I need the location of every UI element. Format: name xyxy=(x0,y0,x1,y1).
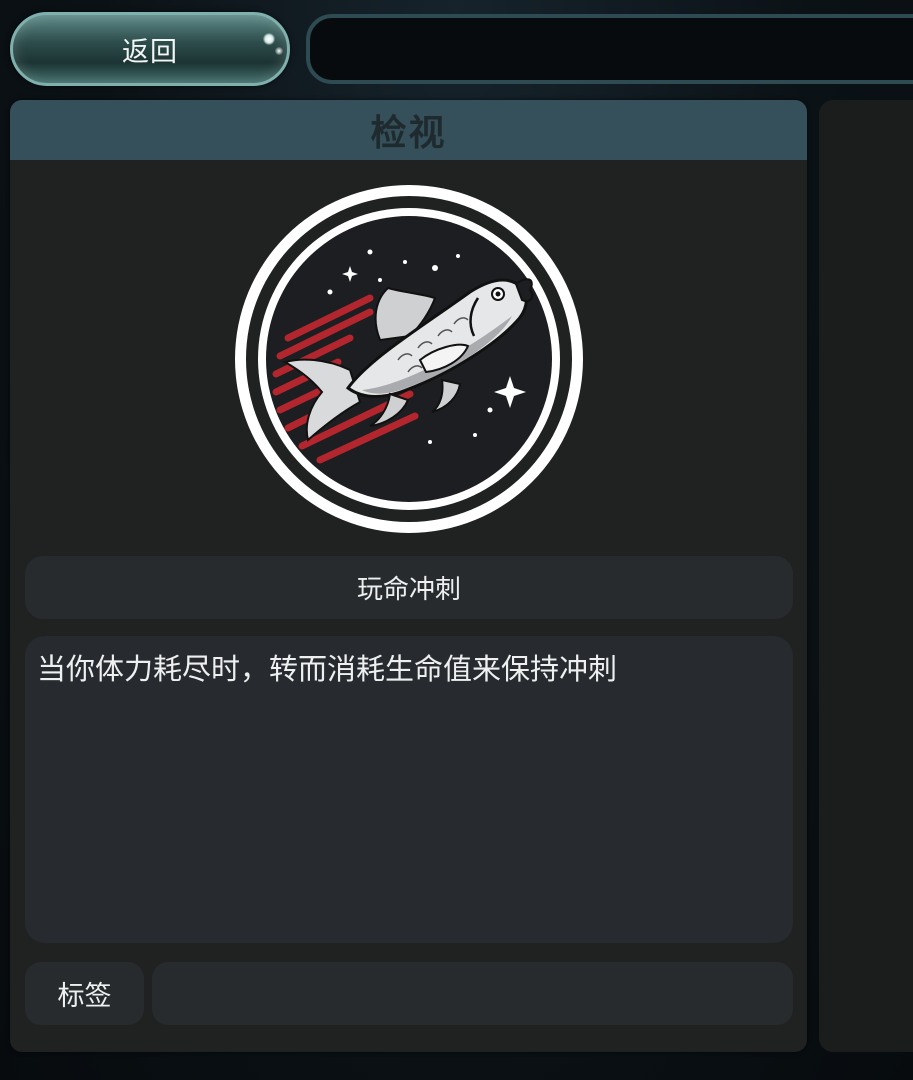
description-box: 当你体力耗尽时，转而消耗生命值来保持冲刺 xyxy=(25,636,793,943)
tag-label: 标签 xyxy=(57,981,112,1012)
inspect-screen: 返回 检视 玩命冲刺 当你体力耗尽时，转而消耗生命值来保持冲刺 标签 xyxy=(0,0,913,1080)
skill-name-box: 玩命冲刺 xyxy=(25,556,793,619)
top-input-field[interactable] xyxy=(306,14,913,84)
tag-label-box: 标签 xyxy=(25,962,144,1025)
panel-header: 检视 xyxy=(10,100,807,160)
back-button[interactable]: 返回 xyxy=(10,12,290,86)
skill-description: 当你体力耗尽时，转而消耗生命值来保持冲刺 xyxy=(37,652,618,686)
inspect-panel: 检视 玩命冲刺 当你体力耗尽时，转而消耗生命值来保持冲刺 标签 xyxy=(10,100,807,1052)
button-shine-small-icon xyxy=(275,47,283,55)
button-shine-icon xyxy=(263,33,275,45)
skill-name: 玩命冲刺 xyxy=(356,575,461,605)
leaping-fish-icon xyxy=(235,185,583,533)
tag-field xyxy=(152,962,793,1025)
panel-title: 检视 xyxy=(370,113,447,154)
back-button-label: 返回 xyxy=(122,36,178,68)
side-panel xyxy=(819,100,913,1052)
